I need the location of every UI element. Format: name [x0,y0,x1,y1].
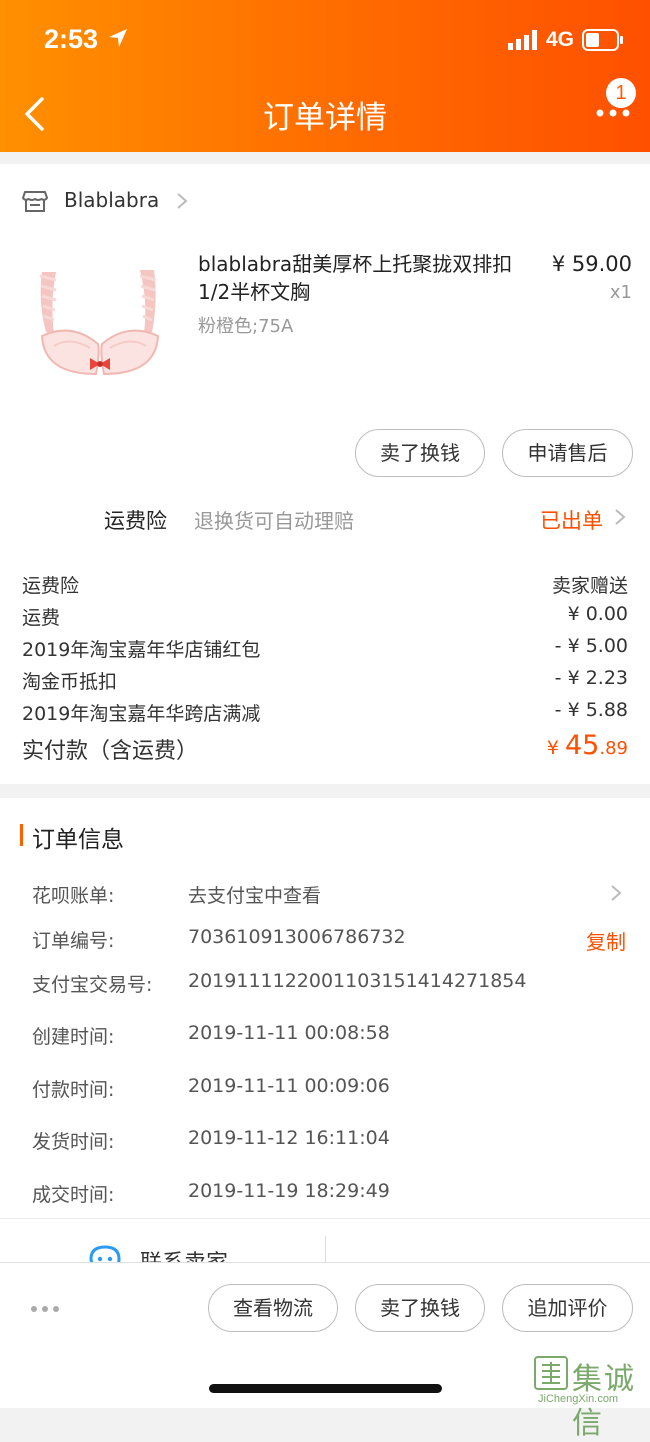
more-dots-icon[interactable] [596,108,630,118]
location-arrow-icon [109,29,127,47]
created-time-value: 2019-11-11 00:08:58 [188,1022,390,1044]
product-quantity: x1 [609,282,632,303]
completed-time-label: 成交时间: [32,1184,115,1206]
fee-label: 运费 [22,607,61,629]
fee-value: - ¥ 2.23 [554,667,628,689]
completed-time-value: 2019-11-19 18:29:49 [188,1180,390,1202]
shipping-insurance-desc: 退换货可自动理赔 [194,509,354,533]
page-title: 订单详情 [263,100,387,136]
total-paid-amount: ¥ 45.89 [547,730,628,761]
network-type: 4G [546,28,575,51]
divider [0,1218,650,1219]
huabei-link[interactable]: 去支付宝中查看 [188,881,321,908]
shipped-time-label: 发货时间: [32,1131,115,1153]
more-dots-icon[interactable] [30,1305,60,1313]
fee-value: 卖家赠送 [551,575,628,597]
fee-value: - ¥ 5.88 [554,699,628,721]
resell-button[interactable]: 卖了换钱 [355,1284,485,1332]
status-time: 2:53 [44,24,99,54]
order-no-label: 订单编号: [32,930,115,952]
fee-label: 运费险 [22,575,80,597]
paid-time-label: 付款时间: [32,1079,115,1101]
shop-icon [22,191,48,212]
fee-label: 2019年淘宝嘉年华店铺红包 [22,639,261,661]
notification-badge: 1 [606,78,636,108]
created-time-label: 创建时间: [32,1026,115,1048]
fee-label: 2019年淘宝嘉年华跨店满减 [22,703,261,725]
chevron-right-icon[interactable] [610,884,622,902]
watermark-logo [534,1356,568,1390]
total-paid-label: 实付款（含运费） [22,739,199,764]
product-title[interactable]: blablabra甜美厚杯上托聚拢双排扣1/2半杯文胸 [198,250,534,306]
product-price: ¥ 59.00 [551,252,632,276]
divider [325,1236,326,1264]
fee-value: ¥ 0.00 [567,603,628,625]
section-accent-bar [20,824,23,846]
after-sale-button[interactable]: 申请售后 [502,429,633,477]
product-spec: 粉橙色;75A [198,316,294,337]
alipay-no-label: 支付宝交易号: [32,974,153,996]
add-review-button[interactable]: 追加评价 [502,1284,633,1332]
total-decimal: .89 [599,738,628,759]
total-integer: 45 [565,730,600,761]
battery-icon [582,29,623,51]
order-info-title: 订单信息 [32,827,124,853]
shop-name[interactable]: Blablabra [64,188,159,212]
currency-symbol: ¥ [546,737,565,759]
shipping-insurance-label: 运费险 [104,509,167,533]
order-no-value: 703610913006786732 [188,926,406,948]
resell-button[interactable]: 卖了换钱 [355,429,485,477]
watermark-url: JiChengXin.com [538,1393,619,1405]
paid-time-value: 2019-11-11 00:09:06 [188,1075,390,1097]
huabei-label: 花呗账单: [32,885,115,907]
chevron-right-icon[interactable] [614,508,626,526]
fee-value: - ¥ 5.00 [554,635,628,657]
alipay-no-value: 2019111122001103151414271854 [188,970,527,992]
chevron-right-icon[interactable] [176,192,188,210]
shipping-insurance-status[interactable]: 已出单 [540,505,603,535]
signal-icon [508,30,537,50]
view-logistics-button[interactable]: 查看物流 [208,1284,338,1332]
fee-label: 淘金币抵扣 [22,671,118,693]
product-image[interactable] [34,262,166,380]
shipped-time-value: 2019-11-12 16:11:04 [188,1127,390,1149]
home-indicator[interactable] [209,1384,442,1393]
copy-button[interactable]: 复制 [586,926,626,955]
